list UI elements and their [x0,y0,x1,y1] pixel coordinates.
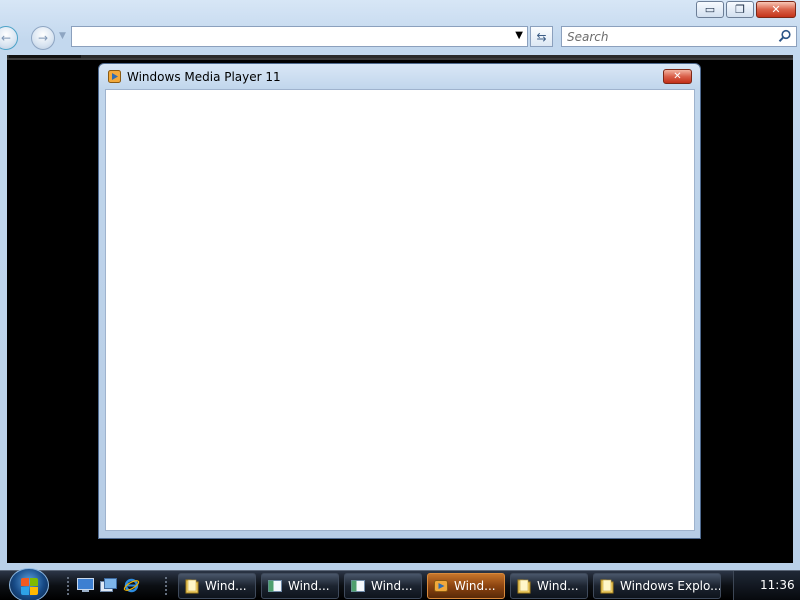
taskbar-button-label: Wind... [537,579,579,593]
back-button[interactable]: ← [0,26,18,50]
show-desktop-icon[interactable] [76,577,95,594]
window-icon [351,578,365,594]
forward-button[interactable]: → [31,26,55,50]
dialog-close-button[interactable]: ✕ [663,69,692,84]
close-button[interactable]: ✕ [756,1,796,18]
refresh-icon: ⇆ [536,29,547,44]
taskbar-button[interactable]: Wind... [178,573,256,599]
forward-arrow-icon: → [37,31,49,45]
close-icon: ✕ [673,71,682,82]
clock[interactable]: 11:36 [760,578,795,592]
address-bar[interactable]: ▼ [71,26,528,47]
taskbar-button-label: Wind... [371,579,413,593]
taskbar-button[interactable]: Windows Explo... [593,573,721,599]
dialog-content-area [105,89,695,531]
minimize-button[interactable]: ▭ [696,1,724,18]
taskbar-button[interactable]: Wind... [344,573,422,599]
taskbar-grip[interactable] [164,576,168,596]
switch-windows-icon[interactable] [99,577,118,594]
taskbar-button[interactable]: Wind... [261,573,339,599]
navigation-bar: ← → ▼ ▼ ⇆ [0,22,800,50]
folder-icon [600,578,614,594]
internet-explorer-icon[interactable] [122,577,141,594]
search-box[interactable] [561,26,797,47]
quick-launch-bar [76,577,141,594]
dialog-titlebar[interactable]: Windows Media Player 11 ✕ [99,64,700,88]
taskbar-button[interactable]: Wind... [427,573,505,599]
media-player-dialog: Windows Media Player 11 ✕ [98,63,701,539]
folder-icon [517,578,531,594]
address-dropdown-icon[interactable]: ▼ [515,30,523,41]
search-icon[interactable] [778,29,792,43]
dialog-title: Windows Media Player 11 [127,70,281,84]
recent-pages-dropdown[interactable]: ▼ [59,31,66,41]
taskbar-button-label: Windows Explo... [620,579,721,593]
back-arrow-icon: ← [0,31,12,45]
address-input[interactable] [72,27,502,46]
taskbar: Wind... Wind... Wind... Wind... Wind... Windo… [0,568,800,600]
window-caption-buttons: ▭ ❐ ✕ [696,1,796,18]
refresh-button[interactable]: ⇆ [530,26,553,47]
taskbar-button[interactable]: Wind... [510,573,588,599]
taskbar-button-label: Wind... [288,579,330,593]
restore-button[interactable]: ❐ [726,1,754,18]
window-icon [268,578,282,594]
start-button[interactable] [9,568,49,600]
folder-icon [185,578,199,594]
search-input[interactable] [562,27,772,46]
media-player-icon [108,70,121,83]
media-player-icon [434,578,448,594]
taskbar-button-label: Wind... [205,579,247,593]
taskbar-button-label: Wind... [454,579,496,593]
quick-launch-grip[interactable] [66,576,70,596]
